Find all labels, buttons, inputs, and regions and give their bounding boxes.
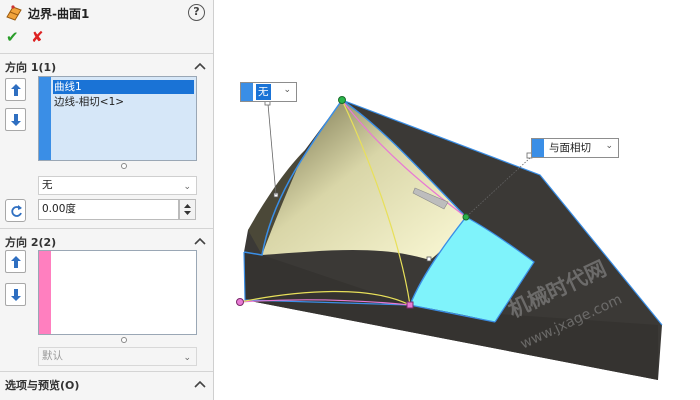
dropdown-arrow-icon: ⌄ [283, 85, 291, 95]
direction1-curves-list[interactable]: 曲线1 边线-相切<1> [38, 76, 197, 161]
list-resize-handle[interactable] [121, 337, 127, 343]
dropdown-arrow-icon: ⌄ [183, 182, 191, 192]
direction2-tangency-callout[interactable]: 与面相切 ⌄ [531, 138, 619, 158]
handle [426, 256, 432, 262]
direction1-tangency-select[interactable]: 无 ⌄ [38, 176, 197, 195]
direction1-color-strip [39, 77, 51, 160]
up-arrow-icon [11, 256, 21, 268]
list-item[interactable]: 边线-相切<1> [53, 95, 194, 109]
callout-value: 无 [256, 84, 271, 100]
divider [0, 371, 213, 372]
feature-title: 边界-曲面1 [28, 7, 90, 21]
direction2-curves-list[interactable] [38, 250, 197, 335]
property-manager-panel: 边界-曲面1 ? ✔ ✘ 方向 1(1) 曲线1 边线-相切<1> 无 ⌄ 0.… [0, 0, 214, 400]
curve-point [236, 298, 244, 306]
cancel-icon[interactable]: ✘ [31, 28, 44, 46]
direction2-move-down-button[interactable] [5, 283, 26, 306]
divider [0, 53, 213, 54]
spinner-arrows-icon [184, 204, 191, 215]
direction2-color-strip [39, 251, 51, 334]
dropdown-arrow-icon: ⌄ [183, 353, 191, 363]
chevron-up-icon[interactable] [194, 237, 206, 245]
options-preview-title: 选项与预览(O) [5, 379, 80, 392]
callout-marker [241, 83, 253, 101]
boundary-surface-icon [6, 5, 22, 21]
angle-input[interactable]: 0.00度 [38, 199, 179, 220]
callout-marker [532, 139, 544, 157]
curve-point [406, 301, 414, 309]
reverse-direction-icon [11, 205, 22, 217]
tangency-value: 无 [42, 179, 53, 191]
angle-spinner[interactable] [179, 199, 196, 220]
divider [0, 228, 213, 229]
down-arrow-icon [11, 114, 21, 126]
direction2-title: 方向 2(2) [5, 236, 57, 249]
dropdown-arrow-icon: ⌄ [605, 141, 613, 151]
direction1-title: 方向 1(1) [5, 61, 57, 74]
up-arrow-icon [11, 84, 21, 96]
angle-value: 0.00度 [42, 203, 76, 215]
direction1-move-down-button[interactable] [5, 108, 26, 131]
curve-point [338, 96, 346, 104]
chevron-up-icon[interactable] [194, 62, 206, 70]
chevron-up-icon[interactable] [194, 380, 206, 388]
tangency-value: 默认 [42, 350, 63, 362]
direction2-tangency-select: 默认 ⌄ [38, 347, 197, 366]
graphics-viewport[interactable]: 无 ⌄ 与面相切 ⌄ [215, 0, 700, 400]
direction1-move-up-button[interactable] [5, 78, 26, 101]
boundary-surface-preview[interactable] [215, 0, 700, 400]
reverse-direction-button[interactable] [5, 199, 26, 222]
direction1-tangency-callout[interactable]: 无 ⌄ [240, 82, 297, 102]
direction2-move-up-button[interactable] [5, 250, 26, 273]
down-arrow-icon [11, 289, 21, 301]
help-icon[interactable]: ? [188, 4, 205, 21]
list-resize-handle[interactable] [121, 163, 127, 169]
list-item[interactable]: 曲线1 [53, 80, 194, 94]
callout-value: 与面相切 [549, 142, 591, 154]
ok-icon[interactable]: ✔ [6, 28, 19, 46]
